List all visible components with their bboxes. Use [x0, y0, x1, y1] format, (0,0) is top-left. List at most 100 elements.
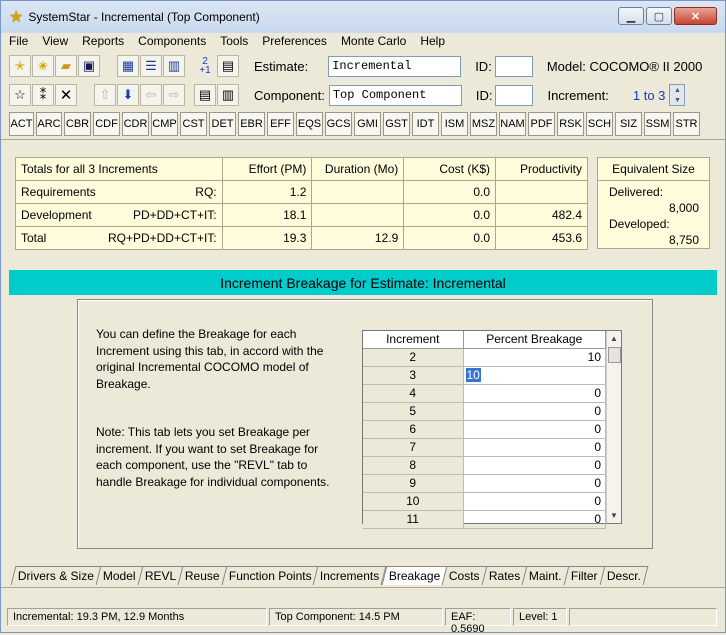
move-right-button[interactable]: ⇨	[163, 84, 185, 106]
tab-drivers-size[interactable]: Drivers & Size	[10, 566, 102, 585]
view-button-nam[interactable]: NAM	[499, 112, 526, 136]
view-button-eqs[interactable]: EQS	[296, 112, 323, 136]
view-button-ssm[interactable]: SSM	[644, 112, 671, 136]
tab-filter[interactable]: Filter	[563, 566, 605, 585]
view-button-cmp[interactable]: CMP	[151, 112, 178, 136]
view-button-idt[interactable]: IDT	[412, 112, 439, 136]
save-button[interactable]: ▣	[78, 55, 100, 77]
percent-cell[interactable]: 0	[463, 384, 606, 403]
percent-cell-editing[interactable]: 10	[463, 366, 606, 385]
grid-scrollbar[interactable]: ▲ ▼	[606, 331, 621, 523]
tab-model[interactable]: Model	[95, 566, 144, 585]
list-view-button[interactable]: ☰	[140, 55, 162, 77]
menu-view[interactable]: View	[42, 33, 68, 51]
view-button-cdr[interactable]: CDR	[122, 112, 149, 136]
move-down-button[interactable]: ⬇	[117, 84, 139, 106]
view-button-cbr[interactable]: CBR	[64, 112, 91, 136]
menu-help[interactable]: Help	[420, 33, 445, 51]
tab-costs[interactable]: Costs	[441, 566, 488, 585]
view-button-sch[interactable]: SCH	[586, 112, 613, 136]
new-component-button[interactable]: ✬	[32, 55, 54, 77]
delivered-label: Delivered:	[609, 185, 664, 199]
spin-down-icon[interactable]: ▼	[670, 95, 684, 105]
spin-up-icon[interactable]: ▲	[670, 85, 684, 95]
menu-tools[interactable]: Tools	[220, 33, 248, 51]
increment-spinner[interactable]: ▲ ▼	[669, 84, 686, 106]
scroll-thumb[interactable]	[608, 347, 621, 363]
tab-maint[interactable]: Maint.	[521, 566, 570, 585]
estimate-id-input[interactable]	[494, 55, 533, 77]
add-subcomponent-button[interactable]: ⁑	[32, 84, 54, 106]
add-increment-button[interactable]: 2 +1	[194, 55, 216, 77]
menu-preferences[interactable]: Preferences	[262, 33, 327, 51]
percent-cell[interactable]: 0	[463, 456, 606, 475]
close-button[interactable]: ✕	[674, 7, 717, 25]
percent-cell[interactable]: 0	[463, 402, 606, 421]
summary-report-button[interactable]: ▤	[194, 84, 216, 106]
new-estimate-button[interactable]: ✭	[9, 55, 31, 77]
tab-function-points[interactable]: Function Points	[221, 566, 319, 585]
table-row[interactable]: 2 10	[363, 348, 606, 367]
menu-monte-carlo[interactable]: Monte Carlo	[341, 33, 406, 51]
move-up-button[interactable]: ⇧	[94, 84, 116, 106]
view-button-msz[interactable]: MSZ	[470, 112, 497, 136]
view-button-cst[interactable]: CST	[180, 112, 207, 136]
view-button-arc[interactable]: ARC	[36, 112, 62, 136]
delete-button[interactable]: ✕	[55, 84, 77, 106]
maximize-button[interactable]: ▢	[646, 7, 672, 25]
percent-edit-value[interactable]: 10	[465, 368, 481, 382]
duration-cell	[311, 180, 405, 204]
tab-increments[interactable]: Increments	[313, 566, 388, 585]
grid-view-button[interactable]: ▦	[117, 55, 139, 77]
view-button-ism[interactable]: ISM	[441, 112, 468, 136]
view-button-gcs[interactable]: GCS	[325, 112, 352, 136]
view-button-str[interactable]: STR	[673, 112, 700, 136]
move-left-button[interactable]: ⇦	[140, 84, 162, 106]
table-row[interactable]: 90	[363, 474, 606, 493]
component-id-input[interactable]	[495, 84, 534, 106]
table-row[interactable]: 50	[363, 402, 606, 421]
view-button-act[interactable]: ACT	[9, 112, 34, 136]
table-row[interactable]: 40	[363, 384, 606, 403]
tab-rates[interactable]: Rates	[481, 566, 528, 585]
estimate-input[interactable]	[328, 55, 462, 77]
detail-report-button[interactable]: ▥	[217, 84, 239, 106]
tab-reuse[interactable]: Reuse	[177, 566, 228, 585]
view-button-rsk[interactable]: RSK	[557, 112, 584, 136]
view-button-cdf[interactable]: CDF	[93, 112, 120, 136]
open-button[interactable]: ▰	[55, 55, 77, 77]
tab-revl[interactable]: REVL	[137, 566, 184, 585]
row-name: Development	[21, 208, 92, 222]
menu-components[interactable]: Components	[138, 33, 206, 51]
report-button[interactable]: ▤	[217, 55, 239, 77]
tab-descr[interactable]: Descr.	[599, 566, 648, 585]
split-view-button[interactable]: ▥	[163, 55, 185, 77]
component-input[interactable]	[328, 84, 462, 106]
percent-cell[interactable]: 0	[463, 510, 606, 529]
tab-breakage[interactable]: Breakage	[381, 566, 448, 585]
view-button-pdf[interactable]: PDF	[528, 112, 555, 136]
menu-file[interactable]: File	[9, 33, 28, 51]
view-button-eff[interactable]: EFF	[267, 112, 294, 136]
table-row[interactable]: 70	[363, 438, 606, 457]
view-button-det[interactable]: DET	[209, 112, 236, 136]
percent-cell[interactable]: 0	[463, 420, 606, 439]
table-row[interactable]: 11 0	[363, 510, 606, 529]
view-button-gmi[interactable]: GMI	[354, 112, 381, 136]
percent-cell[interactable]: 0	[463, 438, 606, 457]
star-outline-button[interactable]: ☆	[9, 84, 31, 106]
percent-cell[interactable]: 0	[463, 474, 606, 493]
percent-cell[interactable]: 0	[463, 492, 606, 511]
view-button-siz[interactable]: SIZ	[615, 112, 642, 136]
scroll-down-icon[interactable]: ▼	[607, 508, 621, 523]
view-button-gst[interactable]: GST	[383, 112, 410, 136]
scroll-up-icon[interactable]: ▲	[607, 331, 621, 346]
table-row[interactable]: 3 10	[363, 366, 606, 385]
table-row[interactable]: 10 0	[363, 492, 606, 511]
menu-reports[interactable]: Reports	[82, 33, 124, 51]
table-row[interactable]: 80	[363, 456, 606, 475]
table-row[interactable]: 60	[363, 420, 606, 439]
view-button-ebr[interactable]: EBR	[238, 112, 265, 136]
minimize-button[interactable]: ▁	[618, 7, 644, 25]
percent-cell[interactable]: 10	[463, 348, 606, 367]
